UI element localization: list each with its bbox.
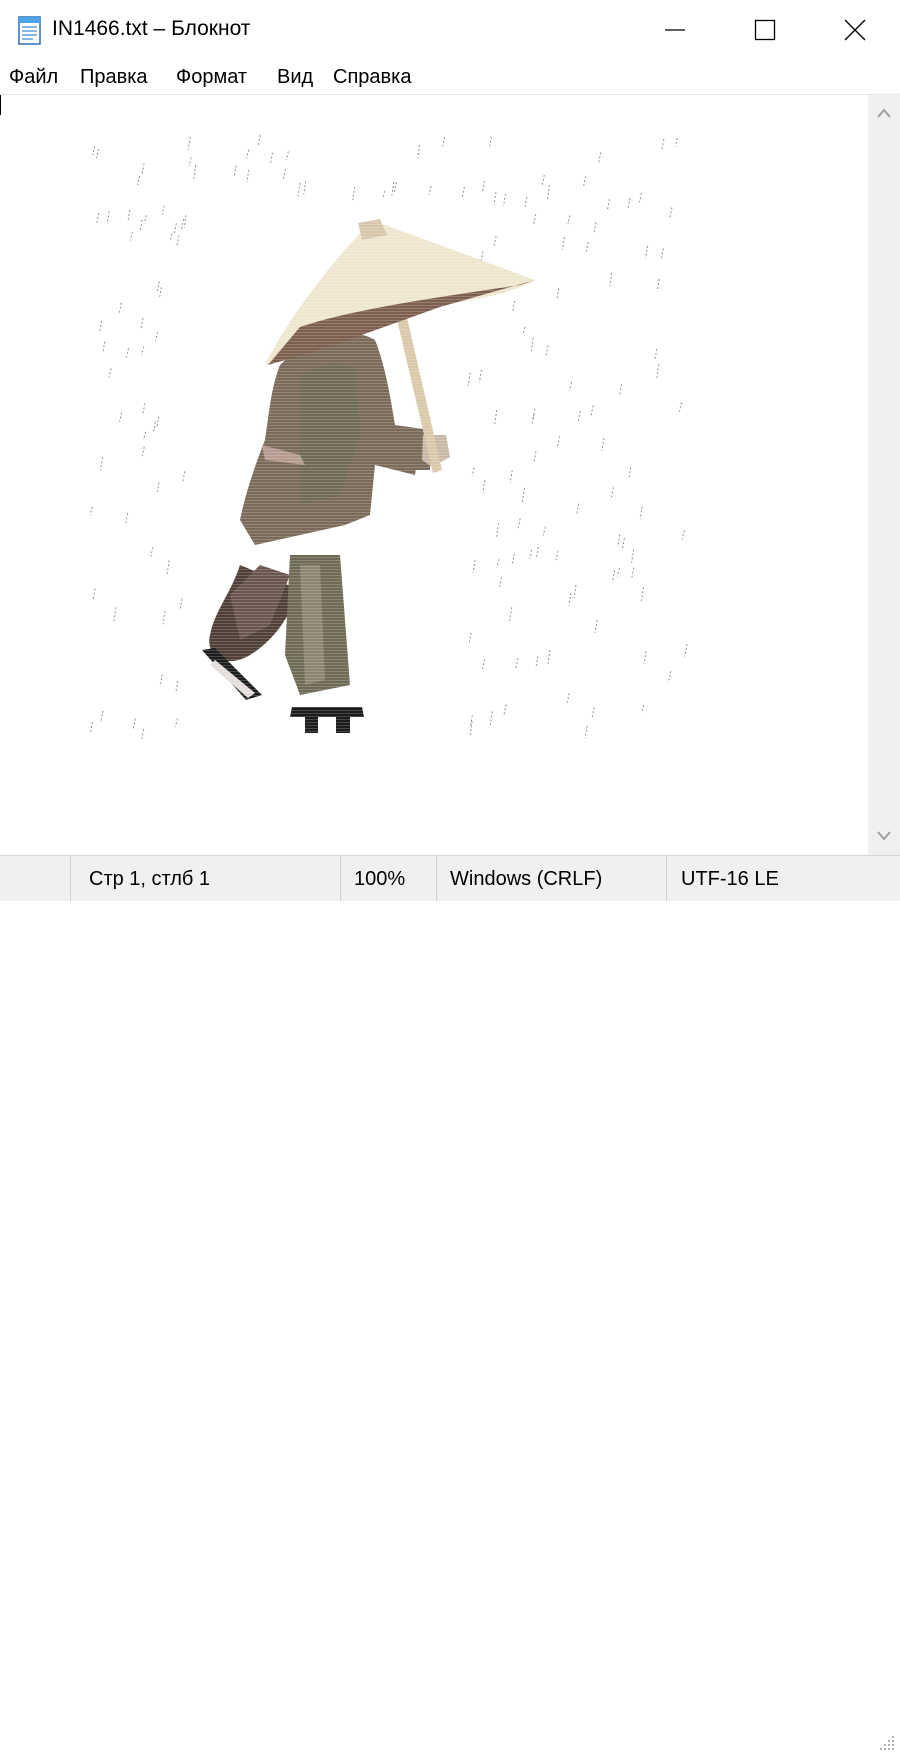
status-bar: Стр 1, стлб 1 100% Windows (CRLF) UTF-16… xyxy=(0,855,900,1750)
window-title: IN1466.txt – Блокнот xyxy=(52,17,251,40)
menu-edit[interactable]: Правка xyxy=(80,64,148,90)
notepad-icon xyxy=(17,14,43,46)
status-encoding-segment: UTF-16 LE xyxy=(666,856,900,901)
cursor-position: Стр 1, стлб 1 xyxy=(89,868,211,890)
maximize-button[interactable] xyxy=(720,0,810,60)
status-line-ending-segment: Windows (CRLF) xyxy=(436,856,667,901)
menu-format[interactable]: Формат xyxy=(176,64,247,90)
menu-view[interactable]: Вид xyxy=(277,64,313,90)
zoom-level: 100% xyxy=(354,868,406,890)
status-position-segment: Стр 1, стлб 1 xyxy=(70,856,341,901)
ascii-art-figure xyxy=(0,95,868,855)
minimize-icon xyxy=(665,29,685,31)
vertical-scrollbar[interactable] xyxy=(868,95,900,855)
scroll-up-icon[interactable] xyxy=(876,107,892,119)
menu-bar: Файл Правка Формат Вид Справка xyxy=(0,60,900,95)
minimize-button[interactable] xyxy=(630,0,720,60)
scroll-down-icon[interactable] xyxy=(876,830,892,842)
resize-grip-icon[interactable] xyxy=(878,1734,896,1752)
menu-file[interactable]: Файл xyxy=(9,64,58,90)
maximize-icon xyxy=(754,19,776,41)
close-button[interactable] xyxy=(810,0,900,60)
close-icon xyxy=(844,19,866,41)
title-bar[interactable]: IN1466.txt – Блокнот xyxy=(0,0,900,60)
line-ending: Windows (CRLF) xyxy=(450,868,603,890)
encoding: UTF-16 LE xyxy=(681,868,779,890)
menu-help[interactable]: Справка xyxy=(333,64,411,90)
text-caret xyxy=(0,95,1,115)
text-editor[interactable] xyxy=(0,95,868,855)
status-zoom-segment: 100% xyxy=(340,856,437,901)
